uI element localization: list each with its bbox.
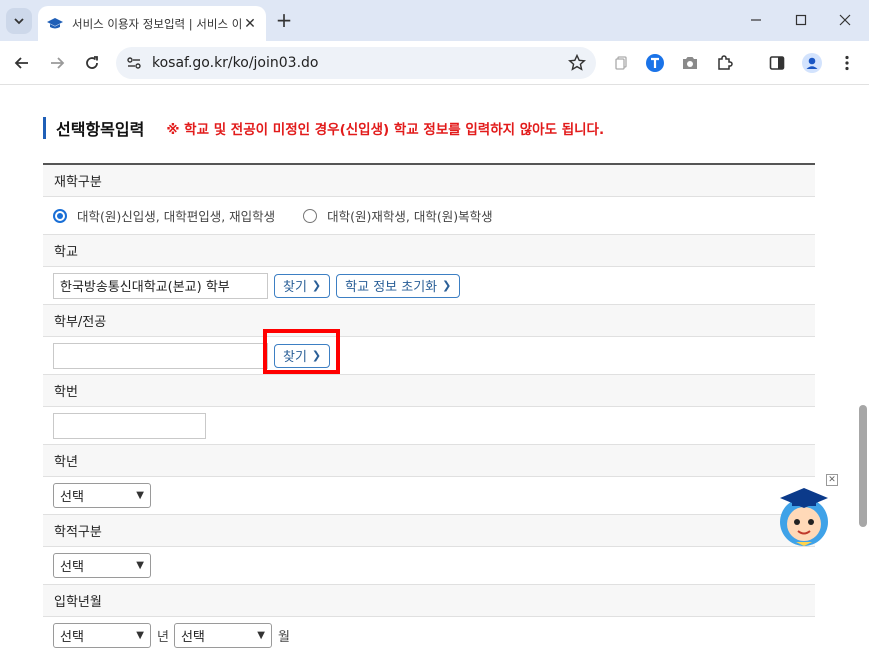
- page-scrollbar[interactable]: [856, 86, 869, 654]
- tab-search-button[interactable]: [6, 8, 32, 34]
- radio-current-student-label: 대학(원)재학생, 대학(원)복학생: [327, 209, 493, 224]
- maximize-icon: [795, 14, 807, 26]
- department-input[interactable]: [53, 342, 268, 369]
- chevron-down-icon: ▼: [136, 630, 144, 641]
- browser-tab[interactable]: 서비스 이용자 정보입력 | 서비스 이용 ✕: [38, 6, 266, 41]
- chevron-down-icon: ▼: [136, 560, 144, 571]
- school-find-label: 찾기: [283, 280, 307, 295]
- school-reset-button[interactable]: 학교 정보 초기화 ❯: [336, 273, 461, 298]
- grade-select-value: 선택: [60, 490, 84, 505]
- status-select[interactable]: 선택 ▼: [53, 553, 151, 578]
- admission-month-value: 선택: [180, 630, 205, 645]
- department-row: 찾기 ❯: [43, 337, 815, 375]
- camera-icon: [683, 57, 697, 69]
- status-select-value: 선택: [60, 560, 84, 575]
- admission-month-select[interactable]: 선택 ▼: [173, 623, 272, 648]
- camera-extension-button[interactable]: [680, 53, 700, 73]
- profile-button[interactable]: [802, 53, 822, 73]
- close-icon: [839, 14, 851, 26]
- minimize-icon: [751, 19, 761, 21]
- extensions-button[interactable]: [715, 53, 735, 73]
- chevron-down-icon: ▼: [136, 490, 144, 501]
- admission-year-unit: 년: [157, 630, 169, 645]
- status-label: 학적구분: [43, 515, 815, 547]
- mascot-chatbot-icon[interactable]: [772, 482, 836, 548]
- radio-new-student-indicator[interactable]: [53, 208, 67, 223]
- student-id-label: 학번: [43, 375, 815, 407]
- chevron-down-icon: [14, 18, 24, 25]
- chevron-down-icon: ▼: [257, 630, 265, 641]
- maximize-button[interactable]: [779, 8, 823, 32]
- translate-t-icon: [646, 54, 664, 72]
- side-panel-icon: [769, 56, 785, 70]
- school-input[interactable]: 한국방송통신대학교(본교) 학부: [53, 272, 268, 299]
- forward-button[interactable]: [45, 51, 69, 75]
- school-label: 학교: [43, 235, 815, 267]
- radio-new-student[interactable]: 대학(원)신입생, 대학편입생, 재입학생: [53, 206, 275, 225]
- address-bar[interactable]: kosaf.go.kr/ko/join03.do: [116, 47, 596, 79]
- browser-titlebar: 서비스 이용자 정보입력 | 서비스 이용 ✕ +: [0, 0, 869, 41]
- admission-year-select[interactable]: 선택 ▼: [53, 623, 151, 648]
- admission-month-unit: 월: [277, 630, 290, 645]
- minimize-button[interactable]: [734, 8, 778, 32]
- reload-button[interactable]: [80, 51, 104, 75]
- admission-row: 선택 ▼ 년 선택 ▼ 월: [43, 617, 815, 654]
- side-panel-button[interactable]: [767, 53, 787, 73]
- admission-year-value: 선택: [60, 630, 84, 645]
- reload-icon: [86, 56, 98, 69]
- site-settings-icon: [127, 57, 141, 69]
- status-row: 선택 ▼: [43, 547, 815, 585]
- arrow-left-icon: [14, 57, 28, 69]
- grade-row: 선택 ▼: [43, 477, 815, 515]
- bookmark-star-icon[interactable]: [568, 54, 586, 72]
- grade-label: 학년: [43, 445, 815, 477]
- tab-title: 서비스 이용자 정보입력 | 서비스 이용: [72, 16, 242, 31]
- grade-select[interactable]: 선택 ▼: [53, 483, 151, 508]
- section-header: 선택항목입력 ※ 학교 및 전공이 미정인 경우(신입생) 학교 정보를 입력하…: [43, 116, 604, 140]
- scrollbar-thumb[interactable]: [859, 405, 867, 527]
- browser-toolbar: kosaf.go.kr/ko/join03.do: [0, 41, 869, 85]
- annotation-highlight-box: [263, 329, 340, 374]
- enrollment-type-label: 재학구분: [43, 165, 815, 197]
- section-accent-bar: [43, 117, 46, 139]
- section-title: 선택항목입력: [56, 120, 145, 139]
- enrollment-type-row: 대학(원)신입생, 대학편입생, 재입학생 대학(원)재학생, 대학(원)복학생: [43, 197, 815, 235]
- page-content: 선택항목입력 ※ 학교 및 전공이 미정인 경우(신입생) 학교 정보를 입력하…: [0, 86, 869, 654]
- radio-new-student-label: 대학(원)신입생, 대학편입생, 재입학생: [77, 209, 276, 224]
- tab-close-icon[interactable]: ✕: [242, 16, 258, 32]
- copy-icon: [615, 56, 627, 70]
- translate-extension-button[interactable]: [645, 53, 665, 73]
- kebab-menu-icon: [845, 55, 849, 71]
- school-row: 한국방송통신대학교(본교) 학부 찾기 ❯ 학교 정보 초기화 ❯: [43, 267, 815, 305]
- back-button[interactable]: [10, 51, 34, 75]
- student-id-input[interactable]: [53, 412, 206, 439]
- browser-menu-button[interactable]: [837, 53, 857, 73]
- chevron-right-icon: ❯: [311, 279, 322, 292]
- radio-current-student-indicator[interactable]: [303, 208, 318, 223]
- admission-label: 입학년월: [43, 585, 815, 617]
- radio-current-student[interactable]: 대학(원)재학생, 대학(원)복학생: [303, 206, 493, 225]
- url-text: kosaf.go.kr/ko/join03.do: [152, 55, 319, 71]
- school-find-button[interactable]: 찾기 ❯: [274, 273, 331, 298]
- department-label: 학부/전공: [43, 305, 815, 337]
- school-reset-label: 학교 정보 초기화: [345, 280, 438, 295]
- close-window-button[interactable]: [823, 8, 867, 32]
- copy-extension-button[interactable]: [611, 53, 631, 73]
- optional-info-form: 재학구분 대학(원)신입생, 대학편입생, 재입학생 대학(원)재학생, 대학(…: [43, 163, 815, 654]
- arrow-right-icon: [51, 57, 65, 69]
- graduation-cap-icon: [47, 17, 63, 28]
- chevron-right-icon: ❯: [442, 279, 452, 292]
- section-notice: ※ 학교 및 전공이 미정인 경우(신입생) 학교 정보를 입력하지 않아도 됩…: [166, 122, 605, 138]
- profile-avatar-icon: [802, 53, 822, 73]
- student-id-row: [43, 407, 815, 445]
- puzzle-piece-icon: [718, 55, 733, 70]
- new-tab-button[interactable]: +: [273, 8, 295, 32]
